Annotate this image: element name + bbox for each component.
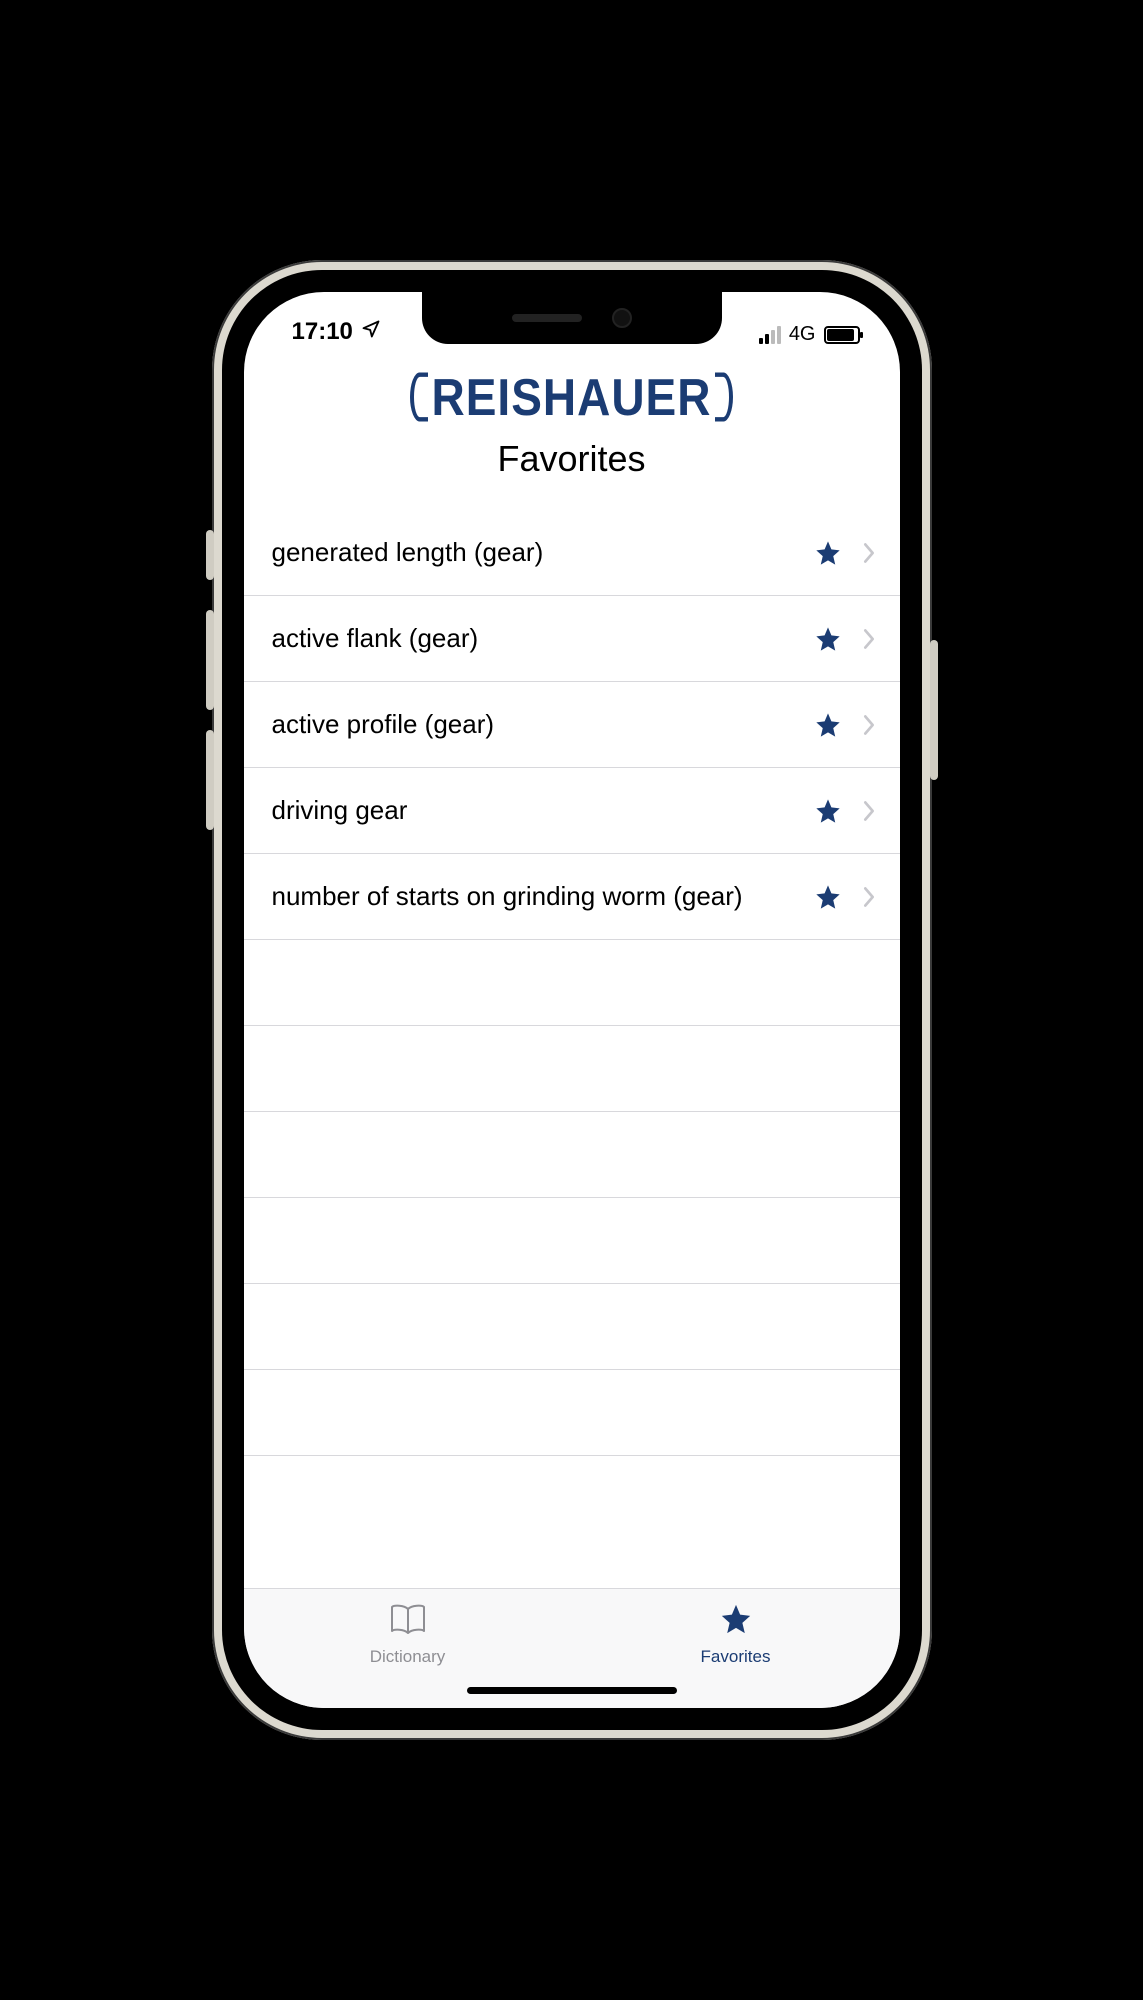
network-label: 4G bbox=[789, 323, 816, 346]
list-item[interactable]: active flank (gear) bbox=[244, 596, 900, 682]
list-item[interactable]: driving gear bbox=[244, 768, 900, 854]
star-icon[interactable] bbox=[814, 539, 842, 567]
chevron-right-icon bbox=[862, 886, 876, 908]
side-button-silence bbox=[206, 530, 214, 580]
signal-icon bbox=[759, 326, 781, 344]
list-item-empty: ... bbox=[244, 1284, 900, 1370]
notch bbox=[422, 292, 722, 344]
page-title: Favorites bbox=[244, 438, 900, 480]
chevron-right-icon bbox=[862, 628, 876, 650]
phone-bezel: 17:10 4G REISHAUER Favorites bbox=[222, 270, 922, 1730]
star-icon[interactable] bbox=[814, 883, 842, 911]
list-item-empty: ... bbox=[244, 940, 900, 1026]
home-indicator[interactable] bbox=[467, 1687, 677, 1694]
list-item[interactable]: number of starts on grinding worm (gear) bbox=[244, 854, 900, 940]
app-header: REISHAUER Favorites bbox=[244, 350, 900, 496]
phone-frame: 17:10 4G REISHAUER Favorites bbox=[212, 260, 932, 1740]
list-item-empty: ... bbox=[244, 1026, 900, 1112]
star-icon[interactable] bbox=[814, 625, 842, 653]
list-item-empty: ... bbox=[244, 1112, 900, 1198]
tab-label: Dictionary bbox=[370, 1647, 446, 1667]
tab-dictionary[interactable]: Dictionary bbox=[244, 1589, 572, 1680]
chevron-right-icon bbox=[862, 800, 876, 822]
location-icon bbox=[361, 318, 381, 346]
list-item-label: active flank (gear) bbox=[272, 622, 814, 655]
list-item-empty: ... bbox=[244, 1370, 900, 1456]
chevron-right-icon bbox=[862, 714, 876, 736]
side-button-volume-up bbox=[206, 610, 214, 710]
screen: 17:10 4G REISHAUER Favorites bbox=[244, 292, 900, 1708]
list-item[interactable]: active profile (gear) bbox=[244, 682, 900, 768]
list-item-label: active profile (gear) bbox=[272, 708, 814, 741]
list-item[interactable]: generated length (gear) bbox=[244, 510, 900, 596]
tab-favorites[interactable]: Favorites bbox=[572, 1589, 900, 1680]
book-icon bbox=[388, 1602, 428, 1641]
star-icon[interactable] bbox=[814, 711, 842, 739]
list-item-empty: ... bbox=[244, 1198, 900, 1284]
side-button-power bbox=[930, 640, 938, 780]
star-icon[interactable] bbox=[814, 797, 842, 825]
brand-logo: REISHAUER bbox=[414, 367, 730, 427]
status-time: 17:10 bbox=[292, 318, 353, 346]
battery-icon bbox=[824, 326, 860, 344]
favorites-list: generated length (gear) active flank (ge… bbox=[244, 496, 900, 1588]
list-item-label: number of starts on grinding worm (gear) bbox=[272, 880, 814, 913]
status-right: 4G bbox=[759, 323, 860, 346]
status-left: 17:10 bbox=[292, 318, 381, 346]
side-button-volume-down bbox=[206, 730, 214, 830]
chevron-right-icon bbox=[862, 542, 876, 564]
list-item-label: driving gear bbox=[272, 794, 814, 827]
tab-label: Favorites bbox=[701, 1647, 771, 1667]
list-item-label: generated length (gear) bbox=[272, 536, 814, 569]
star-icon bbox=[716, 1602, 756, 1641]
